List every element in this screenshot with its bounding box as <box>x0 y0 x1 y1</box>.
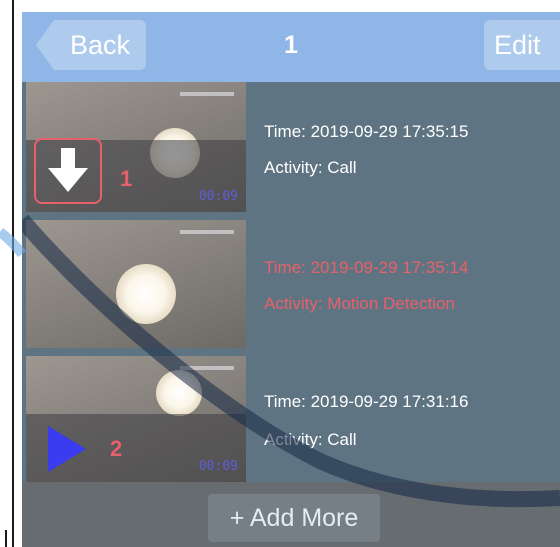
back-button[interactable]: Back <box>36 20 146 70</box>
recording-activity: Activity: Call <box>264 430 357 449</box>
edit-button-label: Edit <box>494 30 541 60</box>
add-more-label: + Add More <box>229 504 359 532</box>
timestamp-overlay <box>180 366 234 370</box>
navigation-bar: Back 1 Edit <box>22 12 560 82</box>
annotation-number: 2 <box>110 436 123 461</box>
outer-swoosh-fragment <box>0 228 26 258</box>
recording-thumbnail[interactable]: 1 00:09 <box>26 82 246 212</box>
add-more-button[interactable]: + Add More <box>208 494 380 542</box>
download-arrow-icon <box>48 148 88 192</box>
app-screen: Back 1 Edit 1 00:09 Time: 2019-09-29 17:… <box>22 12 560 547</box>
recording-thumbnail[interactable] <box>26 220 246 348</box>
light-glare <box>156 370 202 416</box>
duration-label: 00:09 <box>198 459 238 474</box>
download-button[interactable] <box>34 138 102 204</box>
annotation-number: 1 <box>120 166 133 191</box>
timestamp-overlay <box>180 230 234 234</box>
play-icon[interactable] <box>48 426 86 472</box>
recording-activity: Activity: Call <box>264 158 357 177</box>
duration-label: 00:09 <box>198 189 238 204</box>
recording-time: Time: 2019-09-29 17:35:14 <box>264 258 469 277</box>
light-glare <box>116 264 176 324</box>
edit-button[interactable]: Edit <box>484 20 560 70</box>
back-button-label: Back <box>70 30 131 60</box>
recording-row[interactable]: 2 00:09 Time: 2019-09-29 17:31:16 Activi… <box>22 354 560 482</box>
timestamp-overlay <box>180 92 234 96</box>
recording-time: Time: 2019-09-29 17:35:15 <box>264 122 469 141</box>
page-title: 1 <box>284 31 298 59</box>
recording-activity: Activity: Motion Detection <box>264 294 455 313</box>
recording-time: Time: 2019-09-29 17:31:16 <box>264 392 469 411</box>
recording-thumbnail[interactable]: 2 00:09 <box>26 356 246 482</box>
bottom-toolbar: + Add More <box>22 482 560 547</box>
recording-row[interactable]: 1 00:09 Time: 2019-09-29 17:35:15 Activi… <box>22 82 560 214</box>
left-border-tick <box>5 530 7 547</box>
recording-row[interactable]: Time: 2019-09-29 17:35:14 Activity: Moti… <box>22 218 560 350</box>
